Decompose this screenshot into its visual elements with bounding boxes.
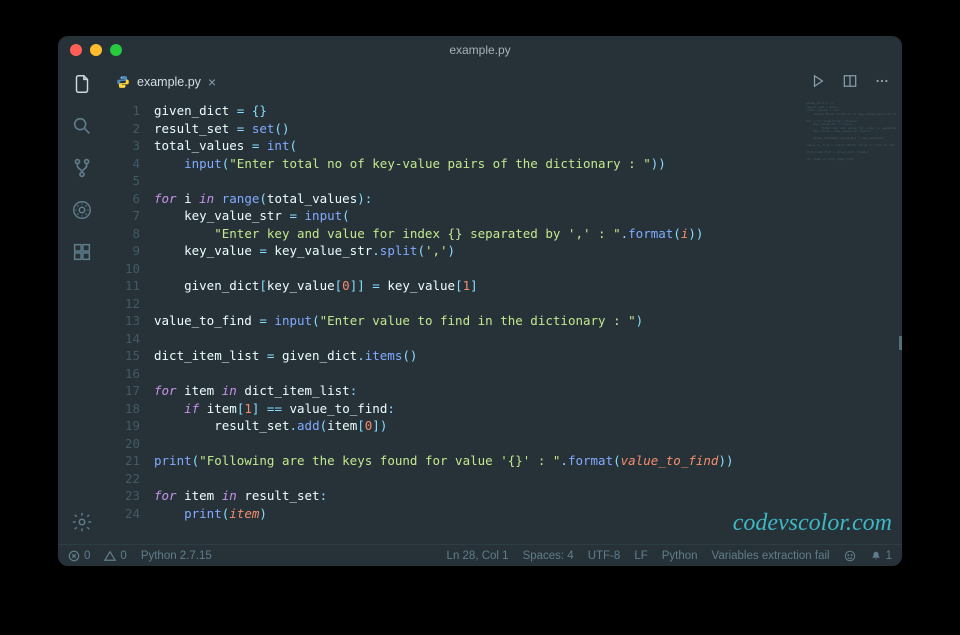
status-cursor-position[interactable]: Ln 28, Col 1 <box>447 550 509 562</box>
smiley-icon <box>844 550 856 562</box>
explorer-icon[interactable] <box>70 72 94 96</box>
window-controls <box>70 44 122 56</box>
status-indentation[interactable]: Spaces: 4 <box>523 550 574 562</box>
status-bar: 0 0 Python 2.7.15 Ln 28, Col 1 Spaces: 4… <box>58 544 902 566</box>
code-editor[interactable]: 123456789101112131415161718192021222324 … <box>106 98 902 544</box>
bell-icon <box>870 550 882 562</box>
maximize-window-button[interactable] <box>110 44 122 56</box>
source-control-icon[interactable] <box>70 156 94 180</box>
status-encoding[interactable]: UTF-8 <box>588 550 621 562</box>
python-icon <box>116 75 130 89</box>
activity-bar <box>58 64 106 544</box>
debug-icon[interactable] <box>70 198 94 222</box>
code-content[interactable]: given_dict = {}result_set = set()total_v… <box>154 98 902 544</box>
titlebar[interactable]: example.py <box>58 36 902 64</box>
editor-actions <box>810 64 902 98</box>
editor-group: example.py × 1234567891011121314151 <box>106 64 902 544</box>
status-python-version[interactable]: Python 2.7.15 <box>141 550 212 562</box>
run-icon[interactable] <box>810 73 826 89</box>
tab-bar: example.py × <box>106 64 902 98</box>
window-body: example.py × 1234567891011121314151 <box>58 64 902 544</box>
settings-gear-icon[interactable] <box>70 510 94 534</box>
line-number-gutter: 123456789101112131415161718192021222324 <box>106 98 154 544</box>
status-warnings[interactable]: 0 <box>104 550 126 562</box>
window-title: example.py <box>58 43 902 57</box>
status-eol[interactable]: LF <box>634 550 647 562</box>
close-tab-icon[interactable]: × <box>208 75 216 89</box>
status-errors[interactable]: 0 <box>68 550 90 562</box>
extensions-icon[interactable] <box>70 240 94 264</box>
warning-icon <box>104 550 116 562</box>
status-feedback[interactable] <box>844 550 856 562</box>
more-actions-icon[interactable] <box>874 73 890 89</box>
tab-label: example.py <box>137 75 201 89</box>
minimize-window-button[interactable] <box>90 44 102 56</box>
tab-example-py[interactable]: example.py × <box>106 64 226 98</box>
split-editor-icon[interactable] <box>842 73 858 89</box>
editor-window: example.py <box>58 36 902 566</box>
status-language[interactable]: Python <box>662 550 698 562</box>
search-icon[interactable] <box>70 114 94 138</box>
status-notifications[interactable]: 1 <box>870 550 892 562</box>
scroll-indicator[interactable] <box>899 336 902 350</box>
status-analysis[interactable]: Variables extraction fail <box>712 550 830 562</box>
close-window-button[interactable] <box>70 44 82 56</box>
error-icon <box>68 550 80 562</box>
